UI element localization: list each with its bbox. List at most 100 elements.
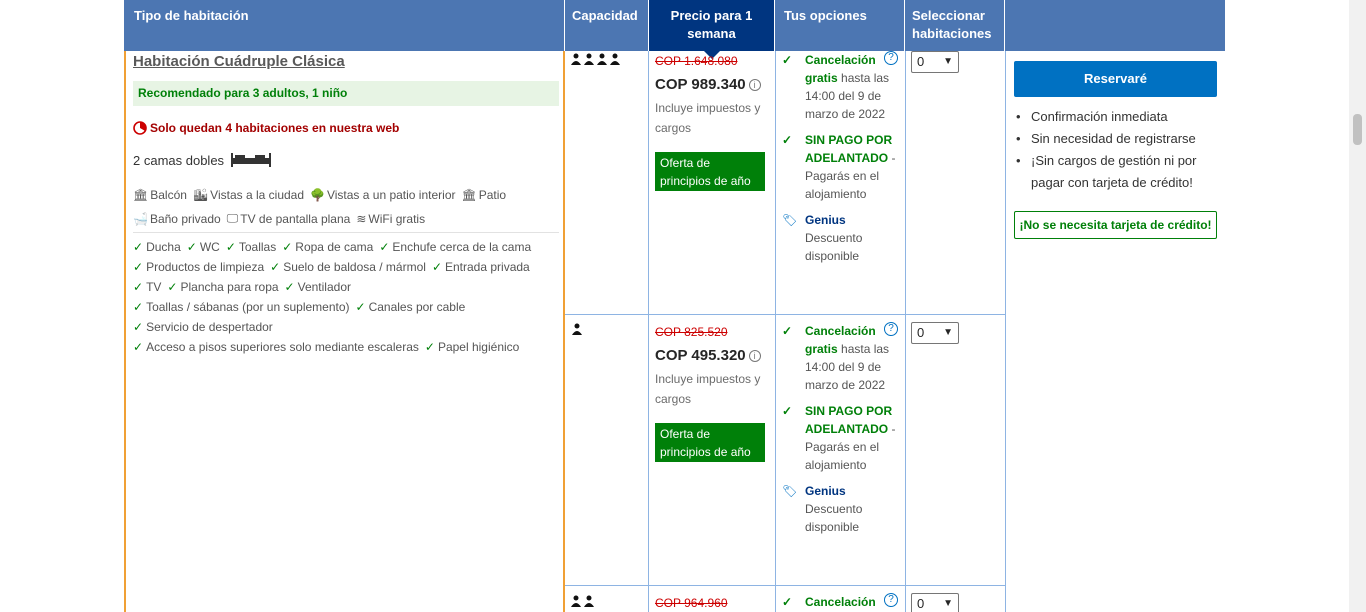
check-icon: ✓	[133, 240, 144, 254]
feature-item: ✓ Acceso a pisos superiores solo mediante…	[133, 340, 419, 354]
header-select: Seleccionar habitaciones	[905, 0, 1005, 51]
check-icon: ✓	[133, 280, 144, 294]
check-icon: ✓	[133, 320, 144, 334]
no-prepay-option: ✓ SIN PAGO POR ADELANTADO - Pagarás en el…	[782, 402, 900, 474]
check-icon: ✓	[133, 300, 144, 314]
garden-view-icon: 🌳	[310, 188, 325, 202]
check-icon: ✓	[186, 240, 197, 254]
help-icon[interactable]: ?	[884, 593, 898, 607]
check-icon: ✓	[431, 260, 442, 274]
amenity-private-bath: Baño privado	[149, 211, 221, 226]
info-icon[interactable]: i	[748, 79, 761, 92]
features-row-2: ✓ Productos de limpieza ✓ Suelo de baldosa…	[133, 260, 530, 274]
feature-item: ✓ Ventilador	[284, 280, 351, 294]
features-row-6: ✓ Acceso a pisos superiores solo mediante…	[133, 340, 519, 354]
benefit-item: ¡Sin cargos de gestión ni por pagar con …	[1016, 150, 1216, 194]
current-price: COP 989.340 i	[655, 76, 761, 93]
amenity-patio: Patio	[478, 188, 507, 202]
wifi-icon: ≋	[356, 211, 367, 226]
header-options: Tus opciones	[775, 0, 905, 51]
header-capacity: Capacidad	[565, 0, 649, 51]
feature-item: ✓ Plancha para ropa	[167, 280, 279, 294]
feature-item: ✓ TV	[133, 280, 162, 294]
scarcity-message: Solo quedan 4 habitaciones en nuestra we…	[133, 121, 399, 135]
tag-icon: 🏷	[782, 213, 798, 227]
capacity-four-persons-icon	[571, 53, 623, 70]
scarcity-text: Solo quedan 4 habitaciones en nuestra we…	[150, 121, 400, 135]
features-row-1: ✓ Ducha ✓ WC ✓ Toallas ✓ Ropa de cama ✓ Enchu…	[133, 240, 531, 254]
amenity-city-view: Vistas a la ciudad	[210, 188, 305, 202]
recommended-badge: Recomendado para 3 adultos, 1 niño	[133, 81, 559, 106]
city-view-icon: 🏙	[192, 188, 209, 202]
room-title-link[interactable]: Habitación Cuádruple Clásica	[133, 53, 345, 70]
bath-icon: 🛁	[133, 211, 148, 226]
genius-option: 🏷 Genius Descuento disponible	[782, 211, 900, 265]
balcony-icon: 🏛	[133, 188, 149, 202]
header-price[interactable]: Precio para 1 semana	[649, 0, 775, 59]
amenity-courtyard-view: Vistas a un patio interior	[326, 188, 456, 202]
room-quantity-select[interactable]: 0 ▼	[911, 322, 959, 344]
scrollbar-thumb[interactable]	[1353, 114, 1362, 145]
deal-badge: Oferta de principios de año	[655, 152, 765, 191]
options-cell: ✓ Cancelación	[782, 593, 900, 611]
table-header: Tipo de habitación Capacidad Precio para…	[124, 0, 1225, 59]
amenities-divider	[133, 232, 559, 233]
room-quantity-select[interactable]: 0 ▼	[911, 51, 959, 73]
grid-line	[1005, 51, 1006, 612]
no-prepay-option: ✓ SIN PAGO POR ADELANTADO - Pagarás en el…	[782, 131, 900, 203]
genius-option: 🏷 Genius Descuento disponible	[782, 482, 900, 536]
info-icon[interactable]: i	[748, 350, 761, 363]
help-icon[interactable]: ?	[884, 322, 898, 336]
chevron-down-icon: ▼	[943, 56, 953, 67]
grid-line	[565, 585, 1005, 586]
taxes-note: Incluye impuestos y cargos	[655, 372, 761, 406]
benefits-list: Confirmación inmediata Sin necesidad de …	[1016, 106, 1216, 194]
price-value: COP 495.320	[655, 347, 746, 364]
free-cancel-option: ✓ Cancelación gratis hasta las 14:00 del …	[782, 322, 900, 394]
current-price: COP 495.320 i	[655, 347, 761, 364]
check-icon: ✓	[133, 340, 144, 354]
header-reserve-spacer	[1005, 0, 1225, 51]
header-price-label: Precio para 1 semana	[670, 8, 753, 41]
benefit-item: Confirmación inmediata	[1016, 106, 1216, 128]
room-quantity-select[interactable]: 0 ▼	[911, 593, 959, 612]
nopay-bold: SIN PAGO POR ADELANTADO	[805, 404, 893, 436]
feature-item: ✓ Canales por cable	[355, 300, 466, 314]
grid-line	[905, 51, 906, 612]
feature-item: ✓ Toallas / sábanas (por un suplemento)	[133, 300, 350, 314]
options-cell: ✓ Cancelación gratis hasta las 14:00 del …	[782, 51, 900, 265]
reserve-button[interactable]: Reservaré	[1014, 61, 1217, 97]
amenities-row-2: 🛁 Baño privado 🖵 TV de pantalla plana ≋ WiF…	[133, 211, 429, 226]
bed-text: 2 camas dobles	[133, 152, 225, 168]
check-icon: ✓	[379, 240, 390, 254]
help-icon[interactable]: ?	[884, 51, 898, 65]
feature-item: ✓ Entrada privada	[431, 260, 530, 274]
cancel-bold: Cancelación	[805, 595, 876, 609]
amenities-row-1: 🏛 Balcón 🏙 Vistas a la ciudad 🌳 Vistas a un…	[133, 188, 510, 202]
check-icon: ✓	[782, 324, 793, 338]
features-row-5: ✓ Servicio de despertador	[133, 320, 273, 334]
check-icon: ✓	[284, 280, 295, 294]
double-bed-icon	[231, 153, 272, 167]
page-scrollbar[interactable]	[1349, 0, 1366, 612]
deal-badge: Oferta de principios de año	[655, 423, 765, 462]
capacity-one-person-icon	[571, 323, 585, 340]
qty-value: 0	[917, 325, 925, 340]
clock-alert-icon	[133, 121, 147, 135]
check-icon: ✓	[782, 404, 793, 418]
options-cell: ✓ Cancelación gratis hasta las 14:00 del …	[782, 322, 900, 536]
genius-label: Genius	[805, 213, 846, 227]
check-icon: ✓	[782, 595, 793, 609]
chevron-down-icon: ▼	[943, 327, 953, 338]
original-price: COP 964.960	[655, 596, 728, 610]
amenity-flat-tv: TV de pantalla plana	[240, 211, 351, 226]
price-value: COP 989.340	[655, 76, 746, 93]
original-price: COP 1.648.080	[655, 54, 738, 68]
genius-text: Descuento disponible	[805, 502, 863, 534]
check-icon: ✓	[225, 240, 236, 254]
chevron-down-icon: ▼	[943, 598, 953, 609]
feature-item: ✓ Productos de limpieza	[133, 260, 265, 274]
features-row-4: ✓ Toallas / sábanas (por un suplemento) ✓…	[133, 300, 465, 314]
header-room-type: Tipo de habitación	[124, 0, 565, 51]
grid-line	[565, 314, 1005, 315]
